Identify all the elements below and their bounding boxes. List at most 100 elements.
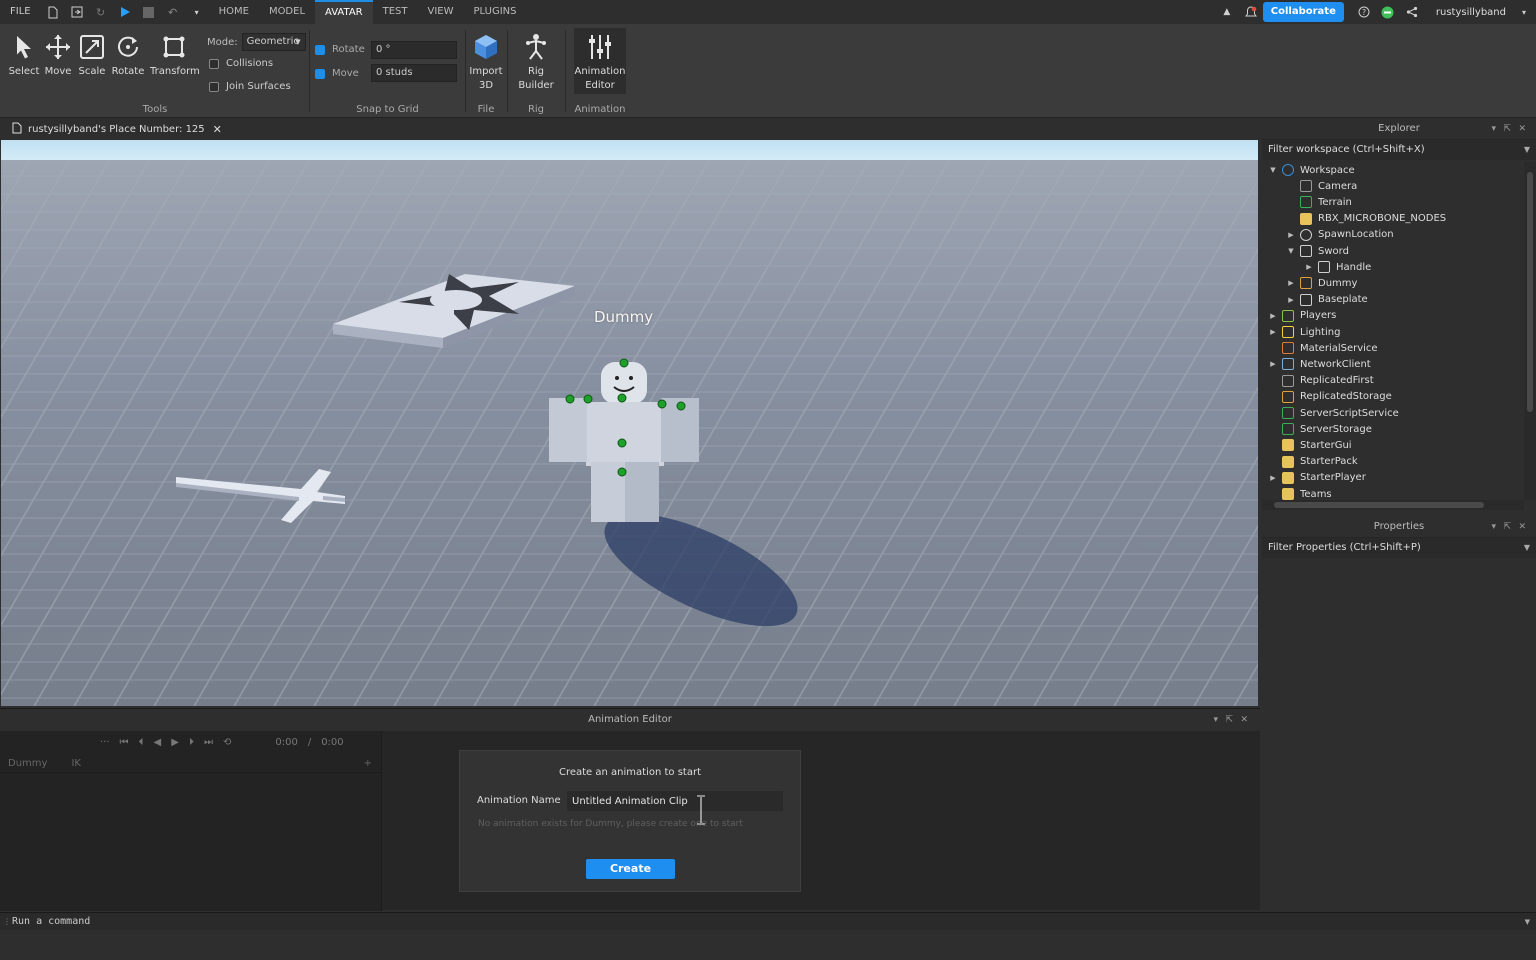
explorer-item[interactable]: Terrain xyxy=(1286,194,1352,210)
tab-test[interactable]: TEST xyxy=(373,0,418,24)
undock-icon[interactable]: ⇱ xyxy=(1225,709,1233,731)
explorer-item[interactable]: ▼ Workspace xyxy=(1268,162,1355,178)
chevron-up-icon[interactable]: ▲ xyxy=(1220,5,1234,19)
explorer-item[interactable]: Camera xyxy=(1286,178,1357,194)
play-backward-icon[interactable]: ◀ xyxy=(154,737,162,748)
file-menu[interactable]: FILE xyxy=(0,0,41,24)
animation-editor-button[interactable]: Animation Editor xyxy=(574,28,626,94)
add-track-icon[interactable]: + xyxy=(364,758,372,769)
collapse-icon[interactable]: ▾ xyxy=(1491,516,1496,538)
join-surfaces-checkbox[interactable] xyxy=(209,81,219,92)
collapsed-triangle-icon[interactable]: ▶ xyxy=(1268,474,1278,482)
expanded-triangle-icon[interactable]: ▼ xyxy=(1268,166,1278,174)
ik-button[interactable]: IK xyxy=(71,758,81,769)
collapse-icon[interactable]: ▾ xyxy=(1491,118,1496,140)
command-input[interactable]: Run a command xyxy=(12,916,90,927)
stop-icon[interactable] xyxy=(142,5,156,19)
explorer-item[interactable]: StarterGui xyxy=(1268,437,1352,453)
explorer-item[interactable]: ▶ Players xyxy=(1268,308,1336,324)
explorer-item[interactable]: RBX_MICROBONE_NODES xyxy=(1286,211,1446,227)
collapsed-triangle-icon[interactable]: ▶ xyxy=(1286,279,1296,287)
close-tab-icon[interactable]: ✕ xyxy=(213,123,222,136)
chevron-down-icon[interactable]: ▼ xyxy=(1524,140,1530,160)
new-file-icon[interactable] xyxy=(46,5,60,19)
rotate-snap-input[interactable]: 0 ° xyxy=(371,41,457,59)
undock-icon[interactable]: ⇱ xyxy=(1503,118,1511,140)
explorer-item[interactable]: StarterPack xyxy=(1268,454,1358,470)
explorer-item[interactable]: ▶ SpawnLocation xyxy=(1286,227,1394,243)
collapsed-triangle-icon[interactable]: ▶ xyxy=(1268,360,1278,368)
help-icon[interactable]: ? xyxy=(1357,5,1371,19)
mode-dropdown[interactable]: Geometric ▼ xyxy=(241,33,306,51)
import-3d-button[interactable]: Import 3D xyxy=(466,32,506,91)
next-keyframe-icon[interactable]: ⏵ xyxy=(189,737,194,748)
tab-view[interactable]: VIEW xyxy=(418,0,464,24)
scrollbar-thumb[interactable] xyxy=(1274,502,1484,508)
more-options-icon[interactable]: ··· xyxy=(100,737,110,748)
tab-home[interactable]: HOME xyxy=(209,0,259,24)
collapsed-triangle-icon[interactable]: ▶ xyxy=(1268,312,1278,320)
rotate-snap-control[interactable]: Rotate xyxy=(315,44,365,55)
chevron-down-icon[interactable]: ▼ xyxy=(1524,538,1530,558)
collapsed-triangle-icon[interactable]: ▶ xyxy=(1304,263,1314,271)
undock-icon[interactable]: ⇱ xyxy=(1503,516,1511,538)
quick-access-dropdown-icon[interactable]: ▾ xyxy=(190,5,204,19)
explorer-item[interactable]: ▶ Handle xyxy=(1304,259,1371,275)
username-label[interactable]: rustysillyband xyxy=(1436,7,1506,18)
share-icon[interactable] xyxy=(1405,5,1419,19)
undo-icon[interactable]: ↶ xyxy=(166,5,180,19)
tab-model[interactable]: MODEL xyxy=(259,0,315,24)
close-icon[interactable]: ✕ xyxy=(1518,118,1526,140)
explorer-item[interactable]: ▶ Lighting xyxy=(1268,324,1340,340)
command-bar[interactable]: ⋮ Run a command ▼ xyxy=(0,912,1536,930)
explorer-item[interactable]: ServerStorage xyxy=(1268,421,1372,437)
join-surfaces-control[interactable]: Join Surfaces xyxy=(209,81,291,92)
close-icon[interactable]: ✕ xyxy=(1518,516,1526,538)
expanded-triangle-icon[interactable]: ▼ xyxy=(1286,247,1296,255)
explorer-vertical-scrollbar[interactable] xyxy=(1524,162,1536,500)
collisions-checkbox[interactable] xyxy=(209,58,219,69)
move-snap-control[interactable]: Move xyxy=(315,68,359,79)
explorer-item[interactable]: ▶ StarterPlayer xyxy=(1268,470,1366,486)
previous-keyframe-icon[interactable]: ⏴ xyxy=(139,737,144,748)
redo-icon[interactable]: ↻ xyxy=(94,5,108,19)
3d-viewport[interactable]: Dummy xyxy=(1,140,1258,706)
play-icon[interactable] xyxy=(118,5,132,19)
close-icon[interactable]: ✕ xyxy=(1240,709,1248,731)
properties-filter-input[interactable]: Filter Properties (Ctrl+Shift+P) ▼ xyxy=(1262,538,1536,558)
explorer-item[interactable]: ▶ NetworkClient xyxy=(1268,356,1371,372)
rig-builder-button[interactable]: Rig Builder xyxy=(516,32,556,91)
rotate-tool-button[interactable]: Rotate xyxy=(108,32,148,77)
collapsed-triangle-icon[interactable]: ▶ xyxy=(1286,296,1296,304)
explorer-item[interactable]: ▶ Dummy xyxy=(1286,275,1357,291)
explorer-item[interactable]: ServerScriptService xyxy=(1268,405,1399,421)
scrollbar-thumb[interactable] xyxy=(1527,172,1533,412)
create-animation-button[interactable]: Create xyxy=(586,859,675,879)
collisions-control[interactable]: Collisions xyxy=(209,58,273,69)
explorer-item[interactable]: MaterialService xyxy=(1268,340,1378,356)
publish-icon[interactable] xyxy=(70,5,84,19)
skip-to-end-icon[interactable]: ⏭ xyxy=(204,737,213,748)
collapsed-triangle-icon[interactable]: ▶ xyxy=(1268,328,1278,336)
skip-to-start-icon[interactable]: ⏮ xyxy=(120,737,129,748)
collaborate-button[interactable]: Collaborate xyxy=(1262,2,1344,22)
animation-name-input[interactable] xyxy=(567,791,783,811)
move-snap-input[interactable]: 0 studs xyxy=(371,64,457,82)
notification-bell-icon[interactable] xyxy=(1244,5,1258,19)
rotate-snap-checkbox[interactable] xyxy=(315,44,325,55)
move-snap-checkbox[interactable] xyxy=(315,68,325,79)
play-icon[interactable]: ▶ xyxy=(171,737,179,748)
status-icon[interactable] xyxy=(1381,5,1395,19)
collapse-icon[interactable]: ▾ xyxy=(1213,709,1218,731)
explorer-horizontal-scrollbar[interactable] xyxy=(1262,500,1524,510)
loop-icon[interactable]: ⟲ xyxy=(223,737,231,748)
command-dropdown-icon[interactable]: ▼ xyxy=(1525,918,1530,926)
tab-avatar[interactable]: AVATAR xyxy=(315,0,373,24)
transform-tool-button[interactable]: Transform xyxy=(150,32,200,77)
document-tab[interactable]: rustysillyband's Place Number: 125 ✕ xyxy=(6,118,228,140)
explorer-filter-input[interactable]: Filter workspace (Ctrl+Shift+X) ▼ xyxy=(1262,140,1536,160)
scale-tool-button[interactable]: Scale xyxy=(72,32,112,77)
explorer-item[interactable]: ReplicatedStorage xyxy=(1268,389,1392,405)
collapsed-triangle-icon[interactable]: ▶ xyxy=(1286,231,1296,239)
explorer-item[interactable]: ▶ Baseplate xyxy=(1286,292,1368,308)
